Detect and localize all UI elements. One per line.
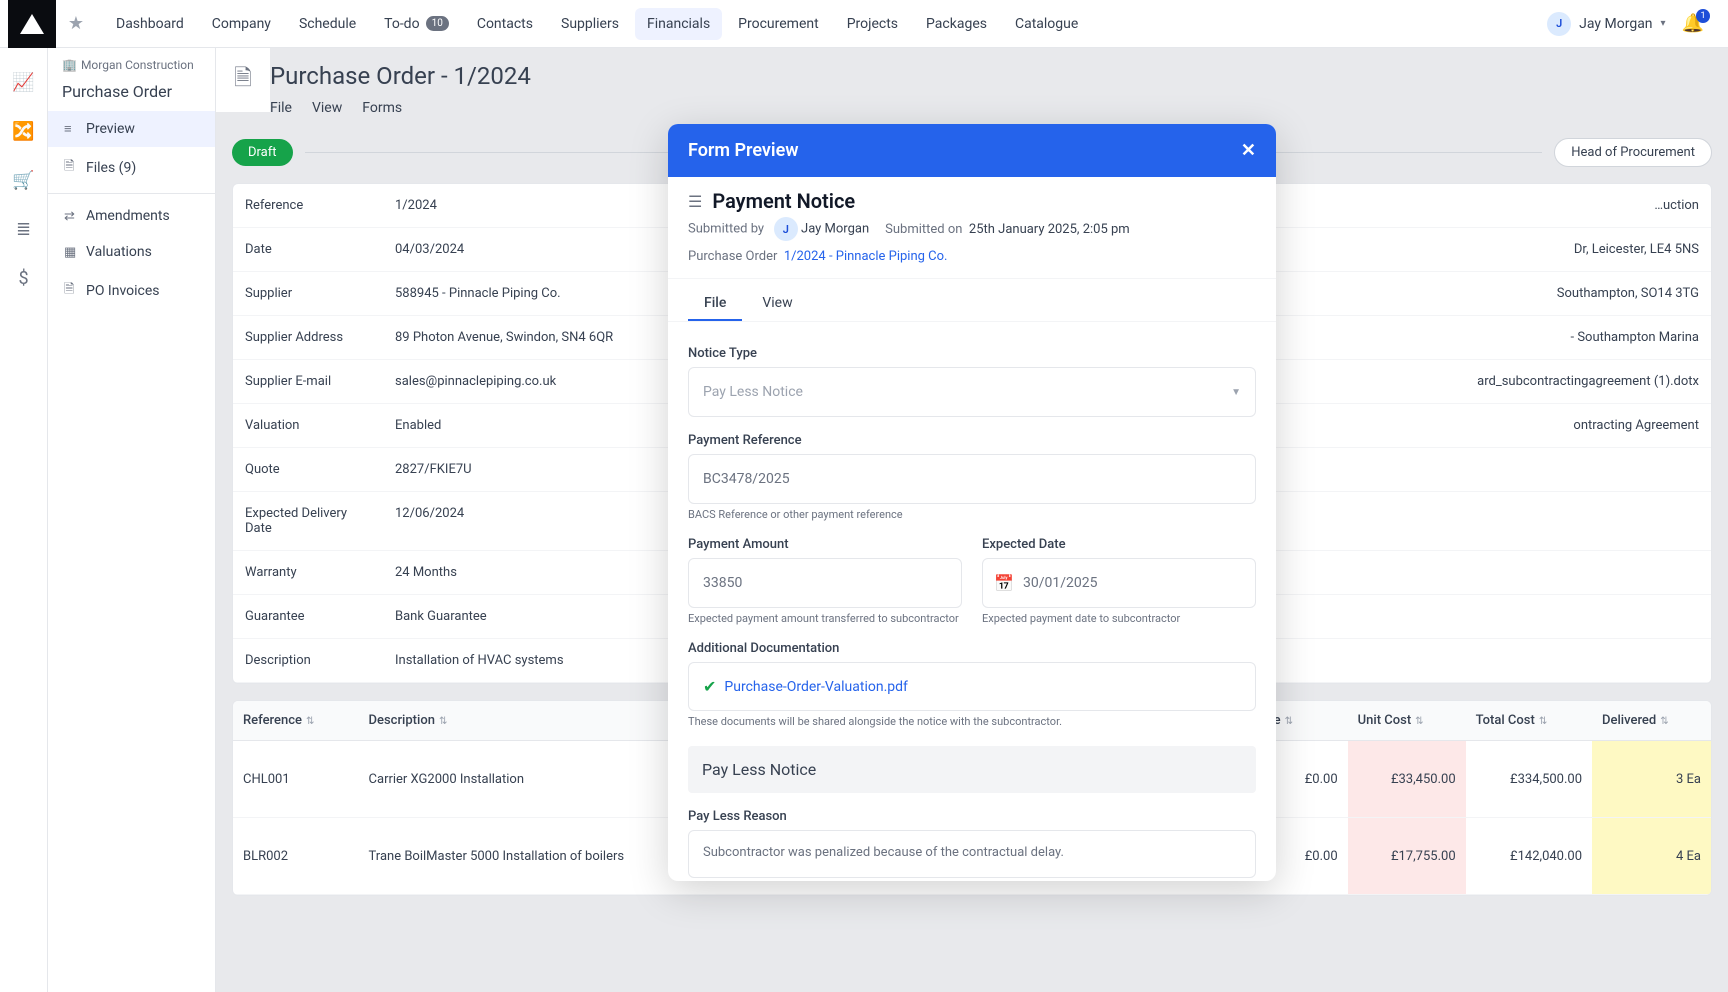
avatar: J [1547,12,1571,36]
nav-financials[interactable]: Financials [635,8,722,40]
nav-company[interactable]: Company [200,8,283,40]
nav-packages[interactable]: Packages [914,8,999,40]
nav-schedule[interactable]: Schedule [287,8,368,40]
payment-amount-label: Payment Amount [688,537,962,552]
notification-count: 1 [1696,9,1710,23]
nav-catalogue[interactable]: Catalogue [1003,8,1090,40]
payment-ref-label: Payment Reference [688,433,1256,448]
sidebar-item-label: Valuations [86,244,152,260]
pay-less-section: Pay Less Notice [688,746,1256,793]
calendar-icon: 📅 [994,574,1014,593]
sidebar-item-preview[interactable]: ≡ Preview [48,111,215,147]
sidebar-item-label: Amendments [86,208,170,224]
sidebar-icon: ≡ [64,121,78,137]
payment-amount-input[interactable]: 33850 [688,558,962,608]
attachment-box[interactable]: ✔ Purchase-Order-Valuation.pdf [688,662,1256,711]
side-panel: 🏢 Morgan Construction Purchase Order ≡ Pr… [48,48,216,992]
chevron-down-icon: ▾ [1661,18,1666,29]
modal-tab-file[interactable]: File [688,287,742,321]
breadcrumb[interactable]: 🏢 Morgan Construction [48,48,215,78]
payment-ref-input[interactable]: BC3478/2025 [688,454,1256,504]
payment-ref-help: BACS Reference or other payment referenc… [688,508,1256,521]
nav-contacts[interactable]: Contacts [465,8,545,40]
form-title: Payment Notice [712,189,855,213]
rail-trend-icon[interactable]: 📈 [12,72,34,93]
nav-suppliers[interactable]: Suppliers [549,8,631,40]
favorite-star-icon[interactable]: ★ [56,13,96,34]
sidebar-item-valuations[interactable]: ▦ Valuations [48,234,215,270]
expected-date-label: Expected Date [982,537,1256,552]
add-doc-help: These documents will be shared alongside… [688,715,1256,728]
nav-dashboard[interactable]: Dashboard [104,8,196,40]
nav-to-do[interactable]: To-do10 [372,8,461,40]
list-icon: ☰ [688,192,702,211]
sidebar-icon: 🗎 [64,280,78,302]
app-logo[interactable] [8,0,56,48]
modal-tab-view[interactable]: View [746,287,808,321]
sidebar-item-label: Preview [86,121,135,137]
sidebar-icon: ⇄ [64,209,78,224]
notice-type-label: Notice Type [688,346,1256,361]
nav-procurement[interactable]: Procurement [726,8,831,40]
dropdown-caret-icon: ▼ [1231,387,1241,398]
rail-branch-icon[interactable]: 🔀 [12,121,34,142]
sidebar-item-label: Files (9) [86,160,136,176]
building-icon: 🏢 [62,58,77,72]
rail-cart-icon[interactable]: 🛒 [12,170,34,191]
check-circle-icon: ✔ [703,677,716,696]
sidebar-icon: ▦ [64,245,78,260]
submitted-by-name: Jay Morgan [801,221,869,236]
notifications-bell-icon[interactable]: 🔔 1 [1682,13,1704,34]
sidebar-item-amendments[interactable]: ⇄ Amendments [48,198,215,234]
payment-amount-help: Expected payment amount transferred to s… [688,612,962,625]
submitted-on: 25th January 2025, 2:05 pm [969,222,1130,237]
icon-rail: 📈 🔀 🛒 ≣ $ [0,48,48,992]
user-name: Jay Morgan [1579,16,1652,32]
content-area: 🗎 Purchase Order - 1/2024 FileViewForms … [216,48,1728,992]
form-preview-modal: Form Preview ✕ ☰ Payment Notice Submitte… [668,124,1276,881]
modal-overlay: Form Preview ✕ ☰ Payment Notice Submitte… [216,48,1728,992]
attachment-link[interactable]: Purchase-Order-Valuation.pdf [724,679,907,695]
sidebar-icon: 🗎 [64,157,78,179]
notice-type-select[interactable]: Pay Less Notice ▼ [688,367,1256,417]
expected-date-input[interactable]: 30/01/2025 [982,558,1256,608]
add-doc-label: Additional Documentation [688,641,1256,656]
po-link[interactable]: 1/2024 - Pinnacle Piping Co. [784,249,948,264]
todo-badge: 10 [426,16,449,31]
avatar: J [774,217,798,241]
modal-title: Form Preview [688,140,799,161]
sidebar-item-files-9-[interactable]: 🗎 Files (9) [48,147,215,189]
user-menu[interactable]: J Jay Morgan ▾ [1547,12,1665,36]
reason-label: Pay Less Reason [688,809,1256,824]
sidebar-item-label: PO Invoices [86,283,160,299]
sidebar-item-po-invoices[interactable]: 🗎 PO Invoices [48,270,215,312]
reason-textarea[interactable]: Subcontractor was penalized because of t… [688,830,1256,878]
nav-projects[interactable]: Projects [835,8,910,40]
topbar: ★ DashboardCompanyScheduleTo-do10Contact… [0,0,1728,48]
main-nav: DashboardCompanyScheduleTo-do10ContactsS… [104,8,1090,40]
close-icon[interactable]: ✕ [1241,140,1256,161]
rail-list-icon[interactable]: ≣ [16,219,31,240]
side-title: Purchase Order [48,78,215,111]
rail-dollar-icon[interactable]: $ [18,268,28,289]
expected-date-help: Expected payment date to subcontractor [982,612,1256,625]
